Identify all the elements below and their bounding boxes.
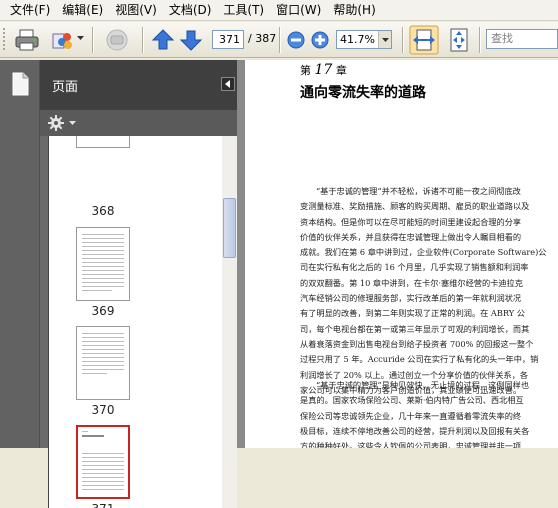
chapter-prefix: 第 xyxy=(300,64,311,77)
paragraph: “基于忠诚的管理”是种见效快、无止境的过程，这例同样也 是真的。国家农场保险公司… xyxy=(300,378,558,448)
panel-splitter[interactable] xyxy=(237,60,245,448)
text-line: 极目标，连续不停地改善公司的经营，提升利润以及回报有关各 xyxy=(300,425,530,436)
menu-document[interactable]: 文档(D) xyxy=(163,1,218,20)
search-input[interactable]: 查找 xyxy=(486,29,558,49)
chapter-number: 17 xyxy=(314,62,333,78)
fit-width-icon[interactable] xyxy=(409,25,439,55)
text-line: 汽车经销公司的修理服务部，实行改革后的第一年就利润状况 xyxy=(300,293,522,304)
text-line: 过程只用了 5 年。Accuride 公司在实行了私有化的头一年中，销 xyxy=(300,354,539,365)
chapter-title: 通向零流失率的道路 xyxy=(300,85,426,101)
page-thumbnails: 368 369 370 xyxy=(48,136,234,508)
toolbar-grip xyxy=(3,28,5,50)
next-page-icon[interactable] xyxy=(180,28,202,52)
chevron-down-icon xyxy=(382,38,389,42)
print-icon[interactable] xyxy=(14,28,40,52)
page-total: / 387 xyxy=(248,32,277,45)
text-line: 价值的伙伴关系，并且获得在忠诚管理上做出令人瞩目相看的 xyxy=(300,231,522,242)
page-thumbnail[interactable] xyxy=(76,136,130,148)
text-line: 保险公司等忠诚领先企业，几十年来一直遵循着零流失率的终 xyxy=(300,410,522,421)
page-number-input[interactable]: 371 xyxy=(212,30,244,49)
page-thumbnail[interactable] xyxy=(76,326,130,400)
page-preview xyxy=(82,431,124,490)
scrollbar-thumb[interactable] xyxy=(223,198,236,258)
text-line: 方的种种好处。这些令人钦佩的公司表明，忠诚管理并非一项 xyxy=(300,441,522,448)
thumbnail-label: 371 xyxy=(49,502,157,508)
chapter-suffix: 章 xyxy=(335,64,347,77)
gear-icon[interactable] xyxy=(48,114,78,132)
chevron-down-icon[interactable] xyxy=(77,36,84,42)
navigation-panel: 页面 368 369 370 xyxy=(0,60,242,508)
pages-tab-icon[interactable] xyxy=(10,72,30,96)
text-line: 从着衰落资金到出售电视台到给子投资者 700% 的回报这一整个 xyxy=(300,338,534,349)
text-line: “基于忠诚的管理”并不轻松，诉诸不可能一夜之间彻底改 xyxy=(316,186,521,196)
pages-panel-header: 页面 xyxy=(40,60,242,110)
text-line: 变测量标准、奖励措施、顾客的购买周期、雇员的职业道路以及 xyxy=(300,201,530,212)
thumbnail-label: 369 xyxy=(91,304,115,318)
page-thumbnail-selected[interactable] xyxy=(76,425,130,499)
text-line: “基于忠诚的管理”是种见效快、无止境的过程，这例同样也 xyxy=(316,380,530,390)
menu-tools[interactable]: 工具(T) xyxy=(217,1,270,20)
collapse-panel-button[interactable] xyxy=(221,77,235,91)
page-preview xyxy=(82,333,124,374)
text-line: 的双双翻番。第 10 章中讲到，在卡尔·塞维尔经营的卡迪拉克 xyxy=(300,277,523,288)
chevron-left-icon xyxy=(225,80,230,88)
menu-help[interactable]: 帮助(H) xyxy=(327,1,381,20)
menu-view[interactable]: 视图(V) xyxy=(109,1,163,20)
text-line: 司，每个电视台都在第一或第三年显示了可观的利润增长，而其 xyxy=(300,323,530,334)
previous-page-icon[interactable] xyxy=(152,28,174,52)
fit-page-icon[interactable] xyxy=(446,27,472,53)
menu-bar: 文件(F) 编辑(E) 视图(V) 文档(D) 工具(T) 窗口(W) 帮助(H… xyxy=(0,0,558,21)
document-view: 第 17 章 通向零流失率的道路 “基于忠诚的管理”并不轻松，诉诸不可能一夜之间… xyxy=(245,60,558,448)
panel-options-bar xyxy=(40,110,242,136)
page-preview xyxy=(82,234,124,291)
thumbnail-label: 370 xyxy=(91,403,115,417)
zoom-out-icon[interactable] xyxy=(287,31,305,49)
navigation-tabs xyxy=(0,60,40,448)
text-line: 是真的。国家农场保险公司、莱斯·伯内特广告公司、西北相互 xyxy=(300,395,524,406)
menu-edit[interactable]: 编辑(E) xyxy=(56,1,109,20)
menu-window[interactable]: 窗口(W) xyxy=(270,1,327,20)
thumbnail-scrollbar[interactable] xyxy=(222,136,237,508)
zoom-in-icon[interactable] xyxy=(311,31,329,49)
pages-panel-title: 页面 xyxy=(52,80,79,95)
select-tool-icon[interactable] xyxy=(103,28,131,52)
toolbar: 371 / 387 41.7% 查找 xyxy=(0,22,558,58)
text-line: 有了明显的改善，到第二年则实现了正常的利润。在 ABRY 公 xyxy=(300,308,525,319)
zoom-dropdown-button[interactable] xyxy=(378,31,391,48)
text-line: 资本结构。但是你可以在尽可能短的时间里建设起合理的分享 xyxy=(300,216,522,227)
menu-file[interactable]: 文件(F) xyxy=(4,1,56,20)
text-line: 成就。我们在第 6 章中讲到过，企业软件(Corporate Software)… xyxy=(300,247,547,258)
page-thumbnail[interactable] xyxy=(76,227,130,301)
paragraph: “基于忠诚的管理”并不轻松，诉诸不可能一夜之间彻底改 变测量标准、奖励措施、顾客… xyxy=(300,184,558,398)
chapter-heading: 第 17 章 xyxy=(300,62,347,78)
thumbnail-label: 368 xyxy=(91,204,115,218)
collaborate-icon[interactable] xyxy=(50,28,76,52)
text-line: 司在实行私有化之后的 16 个月里，几乎实现了销售额和利润率 xyxy=(300,262,529,273)
